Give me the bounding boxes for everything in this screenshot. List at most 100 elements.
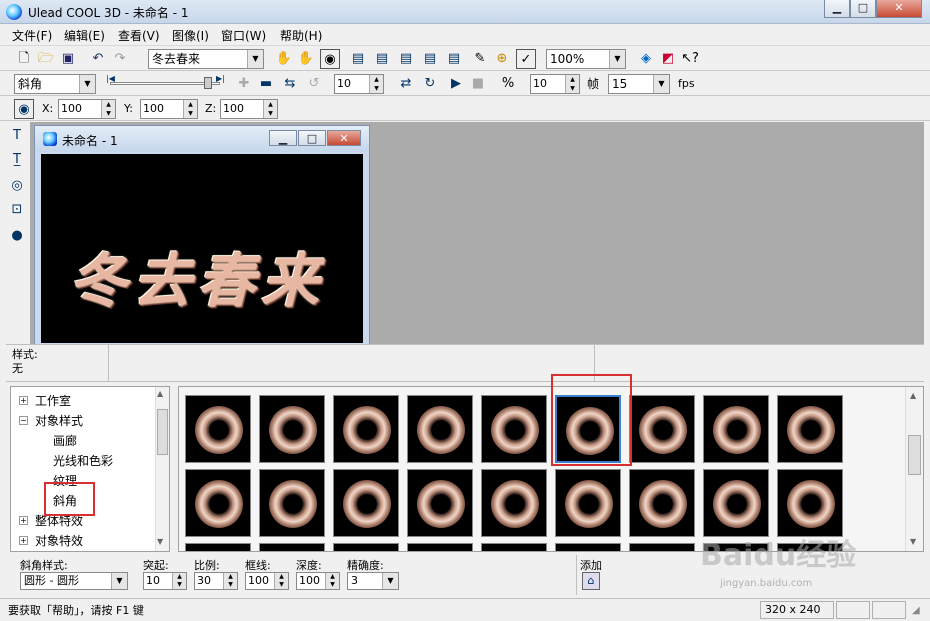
scroll-down-icon[interactable]: ▼ — [157, 537, 163, 546]
loop-icon[interactable]: ↺ — [304, 74, 324, 94]
spin-arrows-icon[interactable]: ▲ ▼ — [172, 573, 186, 589]
tree-item-gallery[interactable]: 画廊 — [53, 432, 77, 449]
add-frame-icon[interactable]: ✚ — [234, 74, 254, 94]
y-spinner[interactable]: 100 ▲ ▼ — [140, 99, 198, 119]
spin-arrows-icon[interactable]: ▲ ▼ — [183, 100, 197, 118]
help-pointer-icon[interactable]: ↖? — [680, 49, 700, 69]
bevel-thumb[interactable] — [185, 395, 251, 463]
insert-text-icon[interactable]: T — [7, 126, 27, 146]
bevel-thumb[interactable] — [629, 543, 695, 551]
save-icon[interactable]: ▣ — [58, 49, 78, 69]
frame-spinner[interactable]: 10 ▲ ▼ — [334, 74, 384, 94]
bevel-thumb[interactable] — [555, 469, 621, 537]
stop-icon[interactable]: ■ — [468, 74, 488, 94]
minimize-button[interactable]: ▁ — [824, 0, 850, 18]
percent-icon[interactable]: % — [498, 74, 518, 94]
globe-icon[interactable]: ⊕ — [492, 49, 512, 69]
bevel-thumb[interactable] — [407, 395, 473, 463]
text-combo[interactable]: 冬去春来 ▼ — [148, 49, 264, 69]
redo-icon[interactable]: ↷ — [110, 49, 130, 69]
doc-maximize-button[interactable]: □ — [298, 130, 326, 146]
move-object-icon[interactable]: ◉ — [320, 49, 340, 69]
scroll-down-icon[interactable]: ▼ — [910, 537, 916, 546]
remove-frame-icon[interactable]: ▬ — [256, 74, 276, 94]
spin-arrows-icon[interactable]: ▲ ▼ — [274, 573, 288, 589]
bevel-thumb[interactable] — [333, 543, 399, 551]
render-canvas[interactable]: 冬去春来 — [41, 154, 363, 343]
timeline-slider[interactable]: |◀ ▶| — [106, 74, 228, 92]
rotate-hand-icon[interactable]: ✋ — [296, 49, 316, 69]
bevel-style-combo[interactable]: 圆形 - 圆形 ▼ — [20, 572, 128, 590]
tree-scrollbar[interactable]: ▲ ▼ — [155, 387, 169, 551]
bevel-thumb[interactable] — [259, 543, 325, 551]
doc-close-button[interactable]: ✕ — [327, 130, 361, 146]
scroll-up-icon[interactable]: ▲ — [910, 391, 916, 400]
expand-icon[interactable]: + — [19, 536, 28, 545]
expand-icon[interactable]: + — [19, 516, 28, 525]
menu-window[interactable]: 窗口(W) — [221, 28, 266, 44]
depth-spinner[interactable]: 100 ▲ ▼ — [296, 572, 340, 590]
plugin-icon[interactable]: ◩ — [658, 49, 678, 69]
tree-item-object-effects[interactable]: 对象特效 — [35, 532, 83, 549]
light-icon[interactable]: ✎ — [470, 49, 490, 69]
insert-object-icon[interactable]: ◎ — [7, 176, 27, 196]
bevel-thumb[interactable] — [259, 395, 325, 463]
bevel-thumb[interactable] — [259, 469, 325, 537]
bevel-thumb[interactable] — [703, 395, 769, 463]
spin-arrows-icon[interactable]: ▲ ▼ — [325, 573, 339, 589]
frames-spinner[interactable]: 10 ▲ ▼ — [530, 74, 580, 94]
view-top-icon[interactable]: ▤ — [444, 49, 464, 69]
spin-arrows-icon[interactable]: ▲ ▼ — [263, 100, 277, 118]
play-icon[interactable]: ▶ — [446, 74, 466, 94]
effect-combo[interactable]: 斜角 ▼ — [14, 74, 96, 94]
edit-text-icon[interactable]: T̲ — [7, 150, 27, 170]
menu-image[interactable]: 图像(I) — [172, 28, 209, 44]
tree-item-light-color[interactable]: 光线和色彩 — [53, 452, 113, 469]
border-spinner[interactable]: 100 ▲ ▼ — [245, 572, 289, 590]
tree-item-object-style[interactable]: 对象样式 — [35, 412, 83, 429]
protrude-spinner[interactable]: 10 ▲ ▼ — [143, 572, 187, 590]
view-left-icon[interactable]: ▤ — [396, 49, 416, 69]
ratio-spinner[interactable]: 30 ▲ ▼ — [194, 572, 238, 590]
spin-arrows-icon[interactable]: ▲ ▼ — [223, 573, 237, 589]
hand-pan-icon[interactable]: ✋ — [274, 49, 294, 69]
bevel-thumb[interactable] — [407, 469, 473, 537]
export-icon[interactable]: ◈ — [636, 49, 656, 69]
bevel-thumb[interactable] — [481, 543, 547, 551]
menu-help[interactable]: 帮助(H) — [280, 28, 322, 44]
menu-edit[interactable]: 编辑(E) — [64, 28, 105, 44]
maximize-button[interactable]: □ — [850, 0, 876, 18]
add-to-gallery-icon[interactable]: ⌂ — [582, 572, 600, 590]
open-folder-icon[interactable]: 🗁 — [36, 49, 56, 69]
resize-grip-icon[interactable]: ◢ — [912, 605, 920, 616]
expand-icon[interactable]: + — [19, 396, 28, 405]
doc-minimize-button[interactable]: ▁ — [269, 130, 297, 146]
precision-combo[interactable]: 3 ▼ — [347, 572, 399, 590]
select-object-icon[interactable]: ⊡ — [7, 200, 27, 220]
bevel-thumb[interactable] — [185, 469, 251, 537]
bevel-thumb[interactable] — [629, 469, 695, 537]
spin-arrows-icon[interactable]: ▲ ▼ — [101, 100, 115, 118]
last-frame-icon[interactable]: ▶| — [216, 74, 225, 83]
view-back-icon[interactable]: ▤ — [372, 49, 392, 69]
bevel-thumb[interactable] — [185, 543, 251, 551]
first-frame-icon[interactable]: |◀ — [106, 74, 115, 83]
menu-view[interactable]: 查看(V) — [118, 28, 160, 44]
bevel-thumb[interactable] — [703, 469, 769, 537]
new-file-icon[interactable]: 🗋 — [14, 49, 34, 69]
bevel-thumb[interactable] — [407, 543, 473, 551]
x-spinner[interactable]: 100 ▲ ▼ — [58, 99, 116, 119]
geometry-icon[interactable]: ● — [7, 226, 27, 246]
bevel-thumb[interactable] — [333, 395, 399, 463]
bevel-thumb[interactable] — [333, 469, 399, 537]
bevel-thumb[interactable] — [629, 395, 695, 463]
view-right-icon[interactable]: ▤ — [420, 49, 440, 69]
reverse-icon[interactable]: ⇆ — [280, 74, 300, 94]
bevel-thumb[interactable] — [481, 469, 547, 537]
spin-arrows-icon[interactable]: ▲ ▼ — [369, 75, 383, 93]
view-front-icon[interactable]: ▤ — [348, 49, 368, 69]
swap-icon[interactable]: ⇄ — [396, 74, 416, 94]
gallery-scroll-thumb[interactable] — [908, 435, 921, 475]
check-icon[interactable]: ✓ — [516, 49, 536, 69]
tree-item-studio[interactable]: 工作室 — [35, 392, 71, 409]
